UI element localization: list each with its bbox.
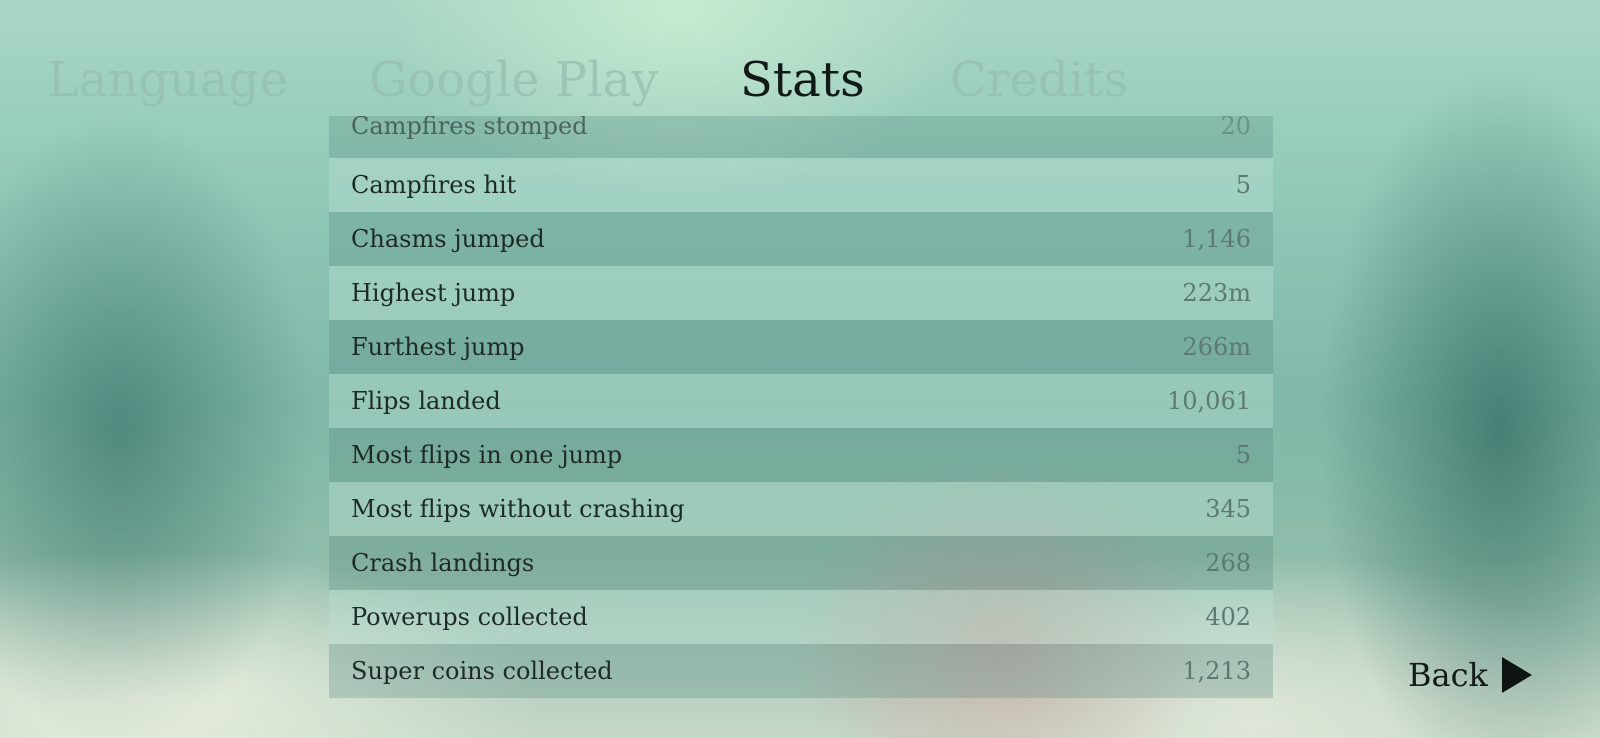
stat-row-super-coins-collected: Super coins collected 1,213 — [329, 644, 1273, 698]
stats-list: Campfires stomped 20 Campfires hit 5 Cha… — [329, 116, 1273, 698]
stat-label: Crash landings — [351, 549, 535, 577]
stat-label: Campfires hit — [351, 171, 517, 199]
stat-label: Super coins collected — [351, 657, 613, 685]
stat-row-most-flips-one-jump: Most flips in one jump 5 — [329, 428, 1273, 482]
stat-row-crash-landings: Crash landings 268 — [329, 536, 1273, 590]
stat-value: 5 — [1235, 441, 1251, 469]
stat-value: 266m — [1182, 333, 1251, 361]
stat-label: Most flips in one jump — [351, 441, 623, 469]
stat-row-powerups-collected: Powerups collected 402 — [329, 590, 1273, 644]
back-label: Back — [1408, 656, 1488, 694]
tab-google-play[interactable]: Google Play — [369, 48, 658, 112]
stat-row-chasms-jumped: Chasms jumped 1,146 — [329, 212, 1273, 266]
play-triangle-icon — [1501, 657, 1532, 693]
tab-language[interactable]: Language — [47, 48, 288, 112]
stat-value: 5 — [1235, 171, 1251, 199]
stat-row-most-flips-without-crashing: Most flips without crashing 345 — [329, 482, 1273, 536]
stat-row-campfires-hit: Campfires hit 5 — [329, 158, 1273, 212]
tab-stats[interactable]: Stats — [740, 48, 865, 112]
stat-value: 1,146 — [1182, 225, 1251, 253]
stat-label: Campfires stomped — [351, 116, 588, 140]
stat-label: Most flips without crashing — [351, 495, 685, 523]
stat-value: 223m — [1182, 279, 1251, 307]
stat-label: Flips landed — [351, 387, 501, 415]
stat-label: Chasms jumped — [351, 225, 545, 253]
stats-scroll-panel[interactable]: Campfires stomped 20 Campfires hit 5 Cha… — [329, 116, 1273, 700]
stat-value: 10,061 — [1167, 387, 1251, 415]
stat-label: Furthest jump — [351, 333, 525, 361]
stat-value: 20 — [1220, 116, 1251, 140]
stat-value: 402 — [1205, 603, 1251, 631]
stat-row-flips-landed: Flips landed 10,061 — [329, 374, 1273, 428]
tab-credits[interactable]: Credits — [950, 48, 1128, 112]
stat-value: 1,213 — [1182, 657, 1251, 685]
stat-value: 268 — [1205, 549, 1251, 577]
stat-row-campfires-stomped: Campfires stomped 20 — [329, 116, 1273, 158]
stat-row-furthest-jump: Furthest jump 266m — [329, 320, 1273, 374]
settings-tab-bar: Language Google Play Stats Credits — [0, 48, 1600, 118]
stat-value: 345 — [1205, 495, 1251, 523]
stat-label: Powerups collected — [351, 603, 588, 631]
back-button[interactable]: Back — [1408, 650, 1532, 700]
stat-label: Highest jump — [351, 279, 516, 307]
stat-row-highest-jump: Highest jump 223m — [329, 266, 1273, 320]
